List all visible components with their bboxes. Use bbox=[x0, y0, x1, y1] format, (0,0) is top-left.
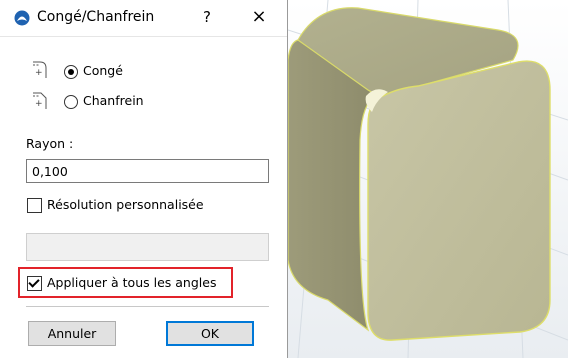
close-button[interactable]: × bbox=[248, 6, 270, 28]
resolution-field-disabled bbox=[26, 233, 269, 261]
chamfer-icon: + bbox=[33, 92, 47, 109]
cube-front-face bbox=[367, 60, 551, 341]
apply-all-label[interactable]: Appliquer à tous les angles bbox=[47, 275, 216, 290]
fillet-icon: + bbox=[33, 61, 47, 78]
viewport-canvas bbox=[288, 0, 568, 358]
app-logo-icon bbox=[14, 10, 30, 26]
title-bar: Congé/Chanfrein ? × bbox=[0, 0, 287, 37]
radius-input[interactable] bbox=[26, 159, 269, 183]
fillet-label[interactable]: Congé bbox=[83, 63, 123, 78]
custom-resolution-label[interactable]: Résolution personnalisée bbox=[47, 197, 204, 212]
separator bbox=[26, 306, 269, 307]
cancel-button[interactable]: Annuler bbox=[28, 321, 116, 346]
3d-viewport[interactable] bbox=[288, 0, 568, 358]
chamfer-radio[interactable] bbox=[64, 95, 78, 109]
svg-text:+: + bbox=[35, 99, 43, 109]
ok-button[interactable]: OK bbox=[166, 321, 254, 346]
radius-label: Rayon : bbox=[26, 136, 74, 151]
chamfer-label[interactable]: Chanfrein bbox=[83, 93, 144, 108]
fillet-chamfer-dialog: Congé/Chanfrein ? × + Congé + Chanfrein … bbox=[0, 0, 288, 358]
dialog-title: Congé/Chanfrein bbox=[37, 9, 155, 25]
custom-resolution-checkbox[interactable] bbox=[27, 198, 42, 213]
fillet-radio[interactable] bbox=[64, 65, 78, 79]
help-button[interactable]: ? bbox=[196, 6, 218, 28]
apply-all-checkbox[interactable] bbox=[27, 276, 42, 291]
svg-text:+: + bbox=[35, 68, 43, 78]
